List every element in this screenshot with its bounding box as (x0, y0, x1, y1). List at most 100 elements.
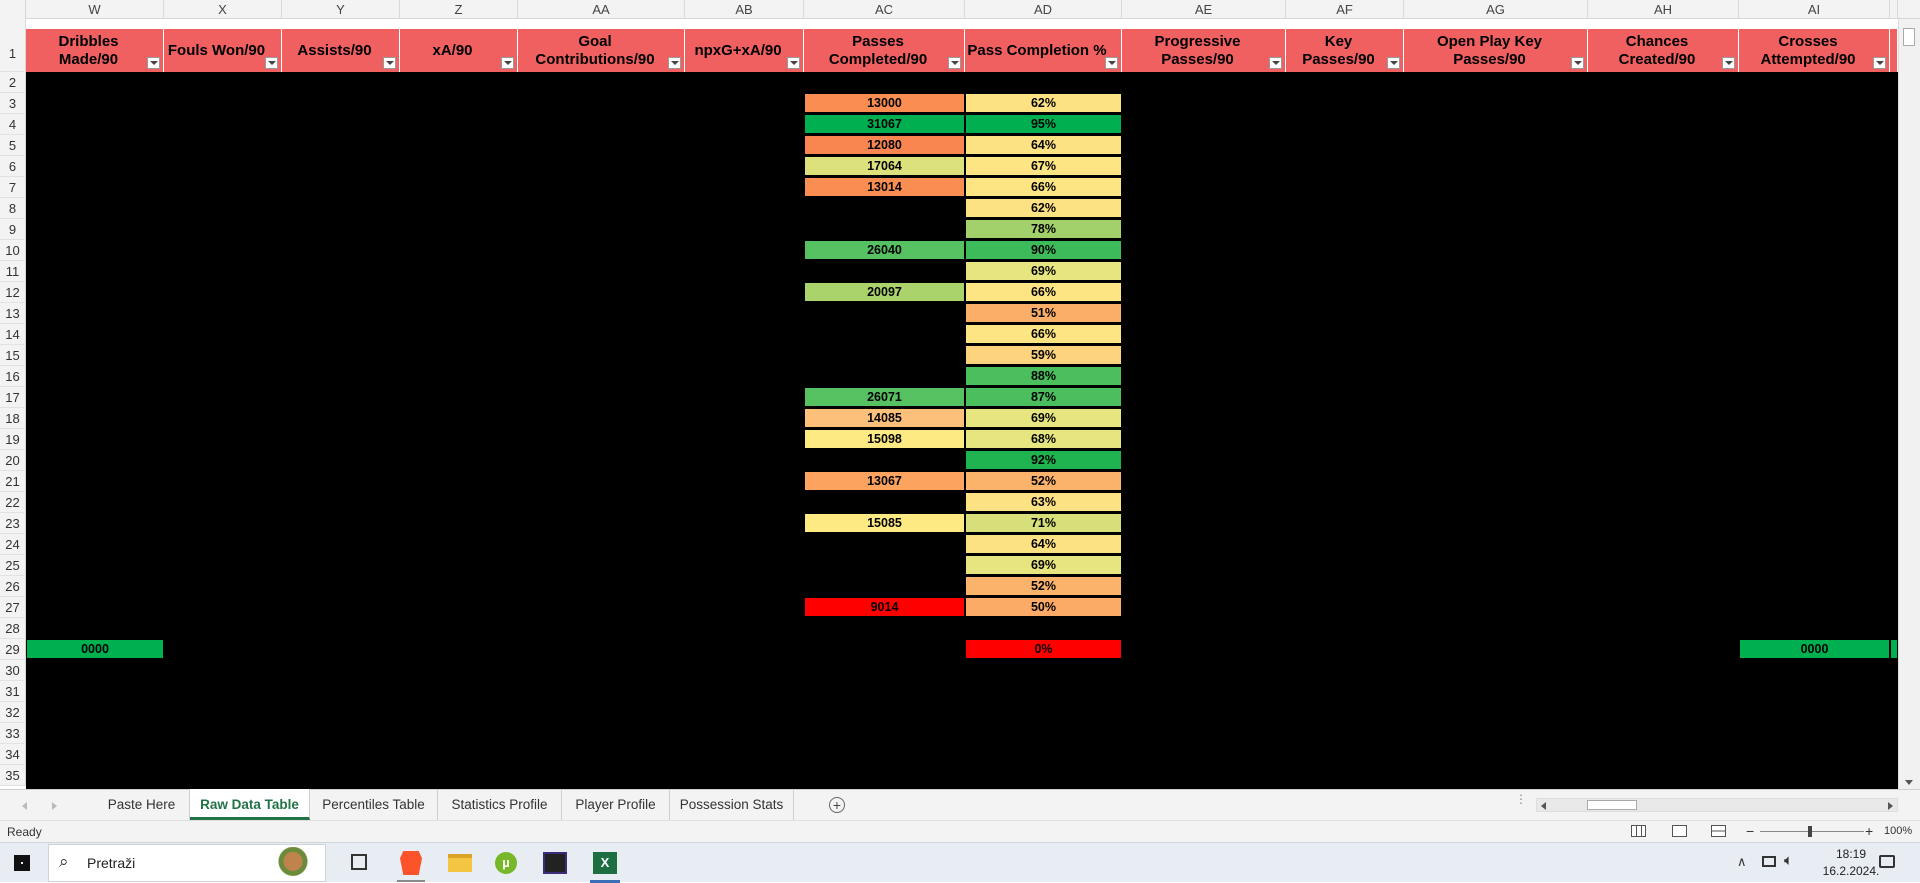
row-number[interactable]: 10 (0, 240, 26, 261)
filter-dropdown-icon[interactable] (948, 57, 961, 69)
zoom-slider[interactable] (1760, 826, 1864, 837)
pass-completion-cell[interactable]: 64% (965, 534, 1122, 554)
filter-dropdown-icon[interactable] (265, 57, 278, 69)
filter-dropdown-icon[interactable] (1105, 57, 1118, 69)
column-letter[interactable]: Z (400, 0, 518, 19)
pass-completion-cell[interactable]: 66% (965, 282, 1122, 302)
row-number[interactable]: 4 (0, 114, 26, 135)
pass-completion-cell[interactable]: 88% (965, 366, 1122, 386)
select-all-corner[interactable] (0, 0, 26, 19)
zoom-out-button[interactable]: − (1746, 823, 1754, 839)
page-layout-icon[interactable] (1672, 825, 1687, 837)
windows-start-icon[interactable] (14, 855, 30, 871)
pass-completion-cell[interactable]: 87% (965, 387, 1122, 407)
row-number[interactable]: 5 (0, 135, 26, 156)
taskbar-search-box[interactable]: ⌕ Pretraži (48, 844, 326, 882)
row-number[interactable]: 35 (0, 765, 26, 786)
row-number[interactable]: 28 (0, 618, 26, 639)
column-letter-stub[interactable] (1890, 0, 1898, 19)
passes-completed-cell[interactable]: 15098 (804, 429, 965, 449)
row-number[interactable]: 31 (0, 681, 26, 702)
page-break-preview-icon[interactable] (1711, 825, 1726, 837)
pass-completion-cell[interactable]: 64% (965, 135, 1122, 155)
column-header-cell[interactable]: Fouls Won/90 (164, 29, 282, 72)
filter-dropdown-icon[interactable] (668, 57, 681, 69)
column-header-cell[interactable]: Passes Completed/90 (804, 29, 965, 72)
row-number[interactable]: 8 (0, 198, 26, 219)
pass-completion-cell[interactable]: 51% (965, 303, 1122, 323)
hscroll-options-icon[interactable]: ⋮ (1515, 793, 1527, 813)
pass-completion-cell[interactable]: 59% (965, 345, 1122, 365)
pass-completion-cell[interactable]: 95% (965, 114, 1122, 134)
row-number[interactable]: 11 (0, 261, 26, 282)
column-letter[interactable]: AB (685, 0, 804, 19)
vertical-scroll-thumb[interactable] (1903, 28, 1915, 46)
pass-completion-cell[interactable]: 68% (965, 429, 1122, 449)
filter-dropdown-icon[interactable] (1873, 57, 1886, 69)
network-icon[interactable] (1762, 856, 1776, 867)
row-number[interactable]: 18 (0, 408, 26, 429)
pass-completion-cell[interactable]: 63% (965, 492, 1122, 512)
row-number[interactable]: 32 (0, 702, 26, 723)
filter-dropdown-icon[interactable] (1571, 57, 1584, 69)
column-letter[interactable]: AH (1588, 0, 1739, 19)
passes-completed-cell[interactable]: 13067 (804, 471, 965, 491)
pass-completion-cell[interactable]: 66% (965, 324, 1122, 344)
filter-dropdown-icon[interactable] (1269, 57, 1282, 69)
row-number[interactable]: 1 (0, 19, 26, 72)
row-number[interactable]: 12 (0, 282, 26, 303)
pass-completion-cell[interactable]: 69% (965, 261, 1122, 281)
pass-completion-cell[interactable]: 92% (965, 450, 1122, 470)
brave-browser-icon[interactable] (400, 851, 422, 875)
passes-completed-cell[interactable]: 13000 (804, 93, 965, 113)
media-app-icon[interactable] (543, 852, 567, 874)
passes-completed-cell[interactable]: 20097 (804, 282, 965, 302)
row-number[interactable]: 16 (0, 366, 26, 387)
notification-icon[interactable] (1879, 855, 1895, 868)
zoom-in-button[interactable]: + (1865, 823, 1873, 839)
row-number[interactable]: 21 (0, 471, 26, 492)
volume-icon[interactable]: 🔈︎ (1784, 852, 1793, 869)
pass-completion-cell[interactable]: 62% (965, 93, 1122, 113)
scroll-right-icon[interactable] (1888, 802, 1893, 810)
column-header-cell[interactable]: npxG+xA/90 (685, 29, 804, 72)
row-number[interactable]: 29 (0, 639, 26, 660)
tab-prev-icon[interactable] (22, 802, 27, 810)
column-letter[interactable]: W (26, 0, 164, 19)
pass-completion-cell[interactable]: 52% (965, 471, 1122, 491)
column-header-cell[interactable]: Crosses Attempted/90 (1739, 29, 1890, 72)
pass-completion-cell[interactable]: 52% (965, 576, 1122, 596)
tray-chevron-icon[interactable]: ∧ (1737, 854, 1747, 870)
dribbles-total-cell[interactable]: 0000 (26, 639, 164, 659)
row-number[interactable]: 23 (0, 513, 26, 534)
pass-completion-cell[interactable]: 71% (965, 513, 1122, 533)
column-header-cell[interactable]: Goal Contributions/90 (518, 29, 685, 72)
row-number[interactable]: 15 (0, 345, 26, 366)
row-number[interactable]: 22 (0, 492, 26, 513)
passes-completed-cell[interactable]: 15085 (804, 513, 965, 533)
tab-next-icon[interactable] (52, 802, 57, 810)
row-number[interactable]: 34 (0, 744, 26, 765)
scroll-down-icon[interactable] (1905, 780, 1913, 785)
row-number[interactable]: 33 (0, 723, 26, 744)
scroll-left-icon[interactable] (1541, 802, 1546, 810)
sheet-tab[interactable]: Percentiles Table (310, 789, 438, 820)
column-letter[interactable]: AC (804, 0, 965, 19)
sheet-tab[interactable]: Raw Data Table (190, 789, 310, 820)
horizontal-scroll-thumb[interactable] (1587, 800, 1637, 810)
pass-completion-cell[interactable]: 69% (965, 555, 1122, 575)
column-header-cell[interactable]: Assists/90 (282, 29, 400, 72)
pass-completion-cell[interactable]: 67% (965, 156, 1122, 176)
row-number[interactable]: 19 (0, 429, 26, 450)
row-number[interactable]: 24 (0, 534, 26, 555)
column-letter[interactable]: AI (1739, 0, 1890, 19)
column-letter[interactable]: AD (965, 0, 1122, 19)
column-header-cell[interactable]: Chances Created/90 (1588, 29, 1739, 72)
sheet-tab[interactable]: Statistics Profile (438, 789, 562, 820)
excel-app-icon[interactable]: X (593, 852, 617, 874)
zoom-level[interactable]: 100% (1884, 825, 1912, 837)
column-header-cell[interactable]: xA/90 (400, 29, 518, 72)
sheet-tab[interactable]: Paste Here (94, 789, 190, 820)
utorrent-icon[interactable]: µ (495, 852, 517, 874)
task-view-icon[interactable] (351, 854, 367, 870)
